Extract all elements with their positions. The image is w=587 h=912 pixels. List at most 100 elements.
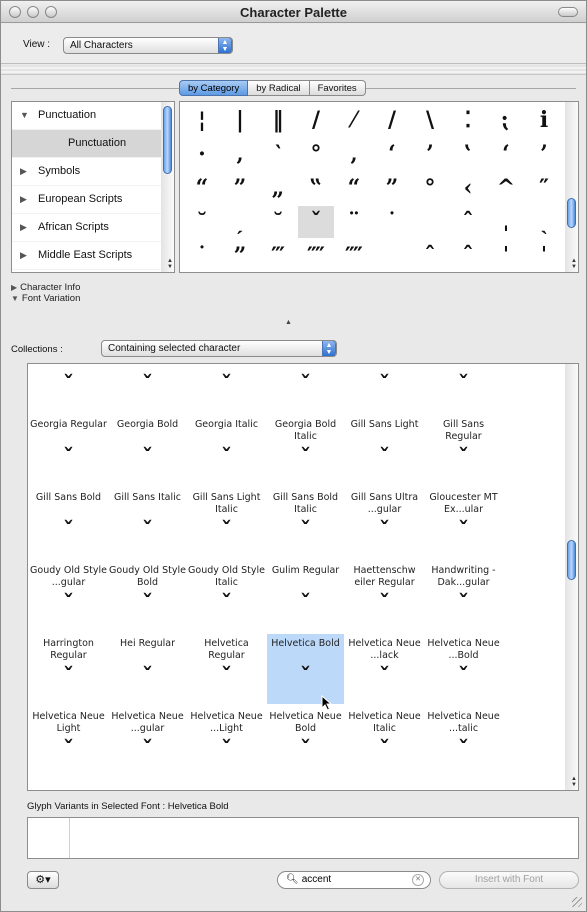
font-variation-cell[interactable]: Goudy Old Style Italic ˇ	[188, 561, 265, 631]
font-variation-cell[interactable]: Gill Sans Bold Italic ˇ	[267, 488, 344, 558]
character-cell[interactable]: ˇ	[298, 206, 334, 238]
character-cell[interactable]: ¨	[336, 206, 372, 238]
search-field[interactable]: 🔍︎ ✕	[277, 871, 431, 889]
scroll-arrows-icon[interactable]: ▲ ▼	[571, 258, 577, 270]
category-item-middle-east-scripts[interactable]: ▶ Middle East Scripts	[12, 242, 162, 270]
scroll-arrows-icon[interactable]: ▲ ▼	[571, 776, 577, 788]
character-cell[interactable]: /	[374, 104, 410, 136]
action-menu-button[interactable]: ⚙▾	[27, 871, 59, 889]
font-variation-cell[interactable]: Cond...Boldˇ	[30, 364, 107, 412]
category-item-punctuation[interactable]: Punctuation	[12, 130, 162, 158]
character-cell[interactable]: ˙	[374, 206, 410, 238]
category-scroll-thumb[interactable]	[163, 106, 172, 174]
character-cell[interactable]: ”	[222, 240, 258, 272]
character-cell[interactable]: ⁗	[298, 240, 334, 272]
tab-by-category[interactable]: by Category	[179, 80, 249, 96]
view-popup[interactable]: All Characters ▲ ▼	[63, 37, 233, 54]
font-variation-cell[interactable]: Helvetica Neue Bold ˇ	[267, 707, 344, 777]
font-variation-scrollbar[interactable]: ▲ ▼	[565, 364, 578, 790]
character-cell[interactable]: ⅰ	[526, 104, 562, 136]
category-list[interactable]: ▼ Punctuation Punctuation ▶ Symbols ▶ European…	[11, 101, 175, 273]
category-item-african-scripts[interactable]: ▶ African Scripts	[12, 214, 162, 242]
character-cell[interactable]: ⁏	[488, 104, 524, 136]
tab-by-radical[interactable]: by Radical	[248, 80, 310, 96]
character-cell[interactable]: °	[298, 138, 334, 170]
font-variation-cell[interactable]: Italicˇ	[346, 364, 423, 412]
font-variation-cell[interactable]: Helvetica Neue Italic ˇ	[346, 707, 423, 777]
character-cell[interactable]: ˘	[184, 206, 220, 238]
font-variation-cell[interactable]: Hei Regular ˇ	[109, 634, 186, 704]
character-cell[interactable]: ˈ	[526, 240, 562, 272]
character-cell[interactable]: “	[184, 172, 220, 204]
font-variation-cell[interactable]: Gill Sans Ultra ...gular ˇ	[346, 488, 423, 558]
character-cell[interactable]: „	[260, 172, 296, 204]
character-cell[interactable]: “	[336, 172, 372, 204]
font-variation-cell[interactable]: Regularˇ	[188, 364, 265, 412]
character-cell[interactable]: ’	[526, 138, 562, 170]
character-cell[interactable]: ”	[374, 172, 410, 204]
font-variation-cell[interactable]: Goudy Old Style Bold ˇ	[109, 561, 186, 631]
glyph-variants-area[interactable]	[27, 817, 579, 859]
font-variation-cell[interactable]: Gill Sans Italic ˇ	[109, 488, 186, 558]
font-variation-cell[interactable]: Helvetica Neue ...talic ˇ	[425, 707, 502, 777]
character-grid-scroll-thumb[interactable]	[567, 198, 576, 228]
character-cell[interactable]: ‚	[222, 138, 258, 170]
character-cell[interactable]: ˆ	[412, 240, 448, 272]
category-item-punctuation[interactable]: ▼ Punctuation	[12, 102, 162, 130]
clear-search-icon[interactable]: ✕	[412, 874, 424, 886]
tab-favorites[interactable]: Favorites	[309, 80, 366, 96]
search-input[interactable]	[301, 874, 402, 885]
scroll-arrows-icon[interactable]: ▲ ▼	[167, 258, 173, 270]
character-cell[interactable]: ‖	[260, 104, 296, 136]
character-cell[interactable]: ‵	[260, 138, 296, 170]
split-view-handle[interactable]: ▲	[285, 319, 292, 326]
character-cell[interactable]: ‘	[488, 138, 524, 170]
character-cell[interactable]: ˎ	[526, 206, 562, 238]
font-variation-cell[interactable]: Gill Sans Light Italic ˇ	[188, 488, 265, 558]
character-cell[interactable]: ‹	[450, 172, 486, 204]
character-cell[interactable]: ˙	[184, 240, 220, 272]
character-cell[interactable]: ˆ	[450, 240, 486, 272]
font-variation-cell[interactable]: Helvetica Bold ˇ	[267, 634, 344, 704]
font-variation-grid[interactable]: Cond...BoldˇMedium ItalicˇRegularˇBoldˇI…	[27, 363, 579, 791]
character-cell[interactable]: ˏ	[222, 206, 258, 238]
character-cell[interactable]: ¦	[184, 104, 220, 136]
font-variation-cell[interactable]: Helvetica Neue ...Bold ˇ	[425, 634, 502, 704]
font-variation-cell[interactable]: Haettenschw eiler Regular ˇ	[346, 561, 423, 631]
font-variation-cell[interactable]: Gloucester MT Ex...ular ˇ	[425, 488, 502, 558]
character-cell[interactable]: ’	[412, 138, 448, 170]
category-item-european-scripts[interactable]: ▶ European Scripts	[12, 186, 162, 214]
category-item-symbols[interactable]: ▶ Symbols	[12, 158, 162, 186]
character-cell[interactable]: ˆ	[450, 206, 486, 238]
character-cell[interactable]	[412, 206, 448, 238]
character-cell[interactable]	[374, 240, 410, 272]
character-cell[interactable]: ‛	[450, 138, 486, 170]
character-cell[interactable]: /	[298, 104, 334, 136]
font-variation-cell[interactable]: Helvetica Neue ...Light ˇ	[188, 707, 265, 777]
disclosure-triangle-icon[interactable]: ▶	[20, 194, 27, 205]
insert-with-font-button[interactable]: Insert with Font	[439, 871, 579, 889]
character-cell[interactable]: ·	[184, 138, 220, 170]
character-cell[interactable]: ‚	[336, 138, 372, 170]
font-variation-disclosure[interactable]: ▼ Font Variation	[11, 293, 80, 304]
font-variation-cell[interactable]: Gill Sans Light ˇ	[346, 415, 423, 485]
character-cell[interactable]: ″	[526, 172, 562, 204]
character-cell[interactable]: ‴	[260, 240, 296, 272]
resize-grip[interactable]	[572, 897, 582, 907]
disclosure-triangle-icon[interactable]: ▼	[20, 110, 29, 120]
character-grid[interactable]: ¦ | ‖ / ⁄ / \ ⁚ ⁏ ⅰ · ‚ ‵ ° ‚ ‘’ ‛ ‘’ “” „ ‟ “” ° ‹ ^ ″ ˘ ˏ ˘ ˇ ¨ ˙ ˆˌˎ…	[179, 101, 579, 273]
character-cell[interactable]: ”	[222, 172, 258, 204]
toolbar-toggle-button[interactable]	[558, 7, 578, 17]
character-cell[interactable]: ⁄	[336, 104, 372, 136]
disclosure-triangle-icon[interactable]: ▶	[20, 222, 27, 233]
character-info-disclosure[interactable]: ▶ Character Info	[11, 282, 80, 293]
font-variation-cell[interactable]: Gill Sans Bold ˇ	[30, 488, 107, 558]
font-variation-cell[interactable]: Regularˇ	[425, 364, 502, 412]
title-bar[interactable]: Character Palette	[1, 1, 586, 23]
font-variation-cell[interactable]: Georgia Bold ˇ	[109, 415, 186, 485]
font-variation-cell[interactable]: Medium Italicˇ	[109, 364, 186, 412]
font-variation-cell[interactable]: Gill Sans Regular ˇ	[425, 415, 502, 485]
disclosure-triangle-icon[interactable]: ▶	[20, 250, 27, 261]
character-cell[interactable]: ⁗	[336, 240, 372, 272]
font-variation-cell[interactable]: Georgia Regular ˇ	[30, 415, 107, 485]
